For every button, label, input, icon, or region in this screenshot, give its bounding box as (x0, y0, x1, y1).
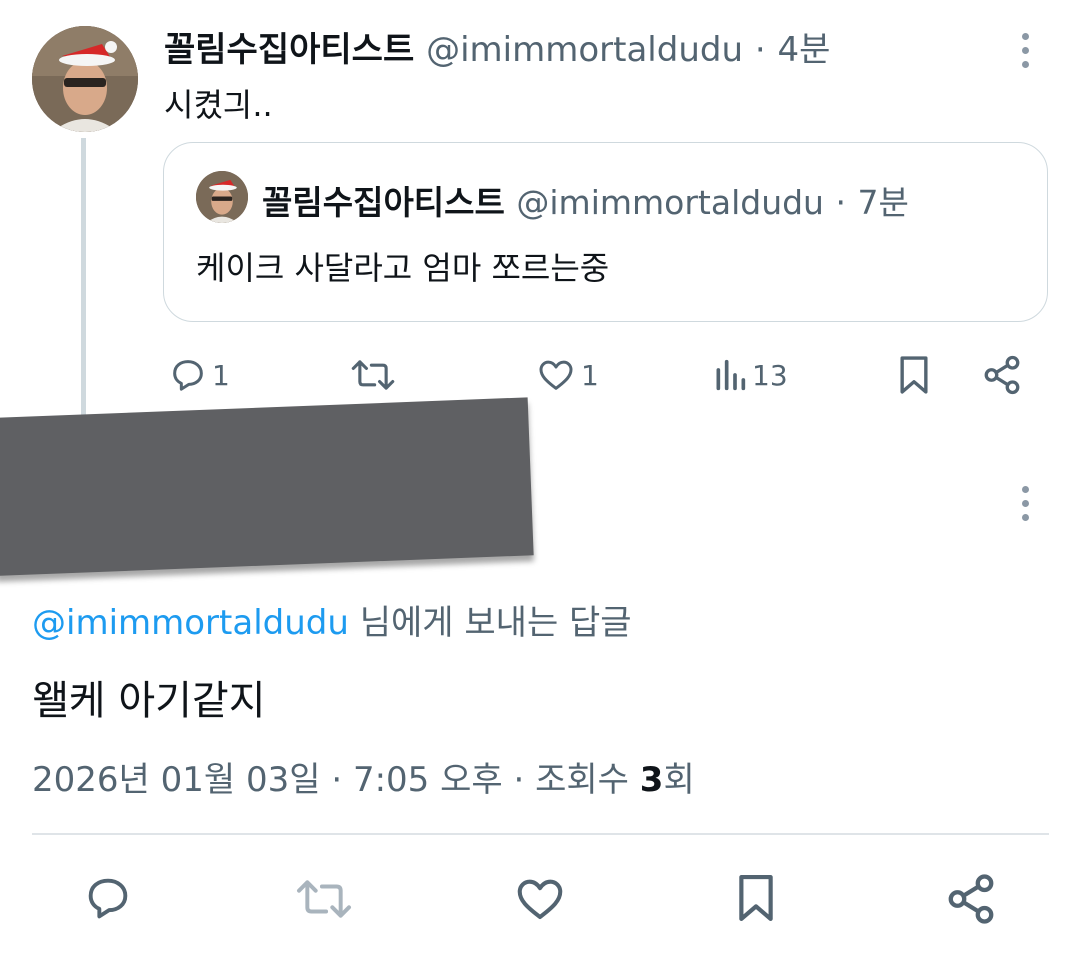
avatar[interactable] (32, 26, 138, 132)
quoted-author-handle: @imimmortaldudu (516, 183, 824, 222)
divider (32, 833, 1049, 835)
more-vertical-icon[interactable] (1022, 486, 1030, 521)
quoted-tweet-text: 케이크 사달라고 엄마 쪼르는중 (196, 249, 610, 287)
share-icon (948, 874, 994, 924)
reply-button[interactable]: 1 (168, 355, 230, 395)
quoted-tweet-card[interactable] (163, 142, 1048, 322)
author-handle[interactable]: @imimmortaldudu (426, 30, 743, 70)
meta-separator: · (513, 760, 525, 800)
reply-tweet-text: 왤케 아기같지 (32, 678, 266, 724)
thread-line (81, 138, 86, 438)
views-unit: 회 (663, 760, 695, 800)
heart-icon (539, 360, 573, 390)
tweet-header: 꼴림수집아티스트 @imimmortaldudu · 4분 (164, 22, 830, 71)
more-vertical-icon[interactable] (1022, 33, 1030, 68)
share-button[interactable] (981, 354, 1023, 396)
meta-separator: · (331, 760, 343, 800)
like-button[interactable] (512, 872, 568, 926)
bookmark-icon (739, 875, 773, 922)
header-separator: · (754, 30, 766, 70)
quoted-time: 7분 (857, 183, 909, 222)
reply-context-suffix: 님에게 보내는 답글 (359, 603, 632, 643)
reply-icon (88, 878, 128, 919)
tweet-metadata: 2026년 01월 03일 · 7:05 오후 · 조회수 3회 (32, 752, 695, 801)
author-name[interactable]: 꼴림수집아티스트 (164, 30, 414, 70)
bookmark-button[interactable] (733, 870, 779, 926)
retweet-icon (297, 880, 351, 918)
tweet-time[interactable]: 7:05 오후 (353, 760, 503, 800)
reply-button[interactable] (82, 872, 134, 924)
reply-icon (173, 360, 203, 391)
reply-mention-link[interactable]: @imimmortaldudu (32, 603, 349, 643)
reply-count: 1 (212, 358, 230, 392)
retweet-button[interactable] (350, 355, 396, 395)
views-label: 조회수 (535, 760, 629, 800)
avatar (196, 171, 248, 223)
retweet-button[interactable] (294, 874, 354, 924)
retweet-icon (351, 360, 395, 390)
bar-chart-icon (716, 359, 746, 391)
quoted-tweet-header: 꼴림수집아티스트 @imimmortaldudu · 7분 (262, 176, 909, 224)
quoted-author-name: 꼴림수집아티스트 (262, 183, 505, 222)
tweet-date: 2026년 01월 03일 (32, 760, 321, 800)
bookmark-icon (900, 356, 928, 394)
bookmark-button[interactable] (894, 353, 934, 397)
heart-icon (517, 879, 563, 920)
tweet-time[interactable]: 4분 (778, 30, 831, 70)
redaction-overlay (0, 397, 534, 576)
views-count[interactable]: 3 (640, 760, 664, 800)
views-count: 13 (752, 358, 788, 392)
quoted-separator: · (835, 183, 846, 222)
like-count: 1 (581, 358, 599, 392)
tweet-text: 시켰긔.. (164, 86, 273, 124)
like-button[interactable]: 1 (535, 355, 599, 395)
share-icon (984, 355, 1020, 395)
share-button[interactable] (944, 872, 998, 926)
views-button[interactable]: 13 (712, 355, 788, 395)
reply-context: @imimmortaldudu 님에게 보내는 답글 (32, 595, 632, 644)
